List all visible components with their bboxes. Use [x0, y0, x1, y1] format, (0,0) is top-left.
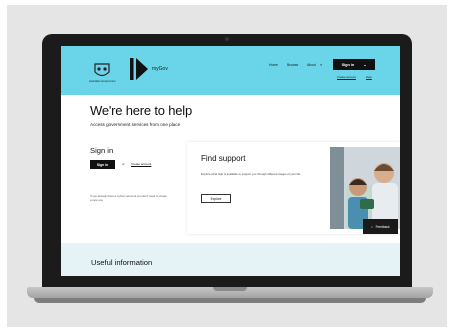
create-account-link[interactable]: Create account — [131, 162, 151, 166]
header-signin-button[interactable]: Sign in ⌄ — [333, 59, 375, 70]
find-support-heading: Find support — [201, 154, 246, 163]
feedback-button[interactable]: ▪ Feedback — [363, 219, 398, 234]
useful-information-heading: Useful information — [91, 258, 153, 267]
laptop-base — [27, 287, 433, 298]
header-create-account-link[interactable]: Create account — [337, 75, 356, 79]
laptop-base-shadow — [34, 298, 426, 303]
or-separator: or — [122, 162, 125, 166]
find-support-text: Explore what help is available to suppor… — [201, 172, 301, 176]
signin-note: If you already have a myGov account you … — [90, 194, 167, 202]
explore-button[interactable]: Explore — [201, 194, 231, 203]
crest-text: Australian Government — [89, 80, 116, 83]
signin-button[interactable]: Sign in — [90, 160, 115, 169]
camera-dot — [225, 37, 229, 41]
feedback-label: Feedback — [375, 224, 390, 229]
brand-name: myGov — [152, 66, 168, 72]
nav-home[interactable]: Home — [269, 63, 278, 67]
header-signin-label: Sign in — [341, 62, 355, 67]
useful-information-section: Useful information — [61, 243, 400, 276]
search-icon[interactable]: ⌕ — [320, 62, 322, 67]
site-header: Australian Government myGov Home Browse … — [61, 46, 400, 95]
nav-browse[interactable]: Browse — [287, 63, 298, 67]
header-help-link[interactable]: Help — [366, 75, 372, 79]
chat-icon: ▪ — [371, 224, 373, 229]
laptop-screen: Australian Government myGov Home Browse … — [61, 46, 400, 276]
brand-arrow-icon — [130, 58, 148, 80]
nav-about[interactable]: About — [307, 63, 316, 67]
base-notch — [213, 287, 247, 291]
crest-icon — [94, 63, 110, 77]
family-photo — [330, 147, 400, 229]
signin-heading: Sign in — [90, 146, 114, 155]
chevron-down-icon: ⌄ — [363, 63, 367, 67]
page-subtitle: Access government services from one plac… — [90, 122, 181, 127]
page-title: We're here to help — [90, 103, 192, 118]
